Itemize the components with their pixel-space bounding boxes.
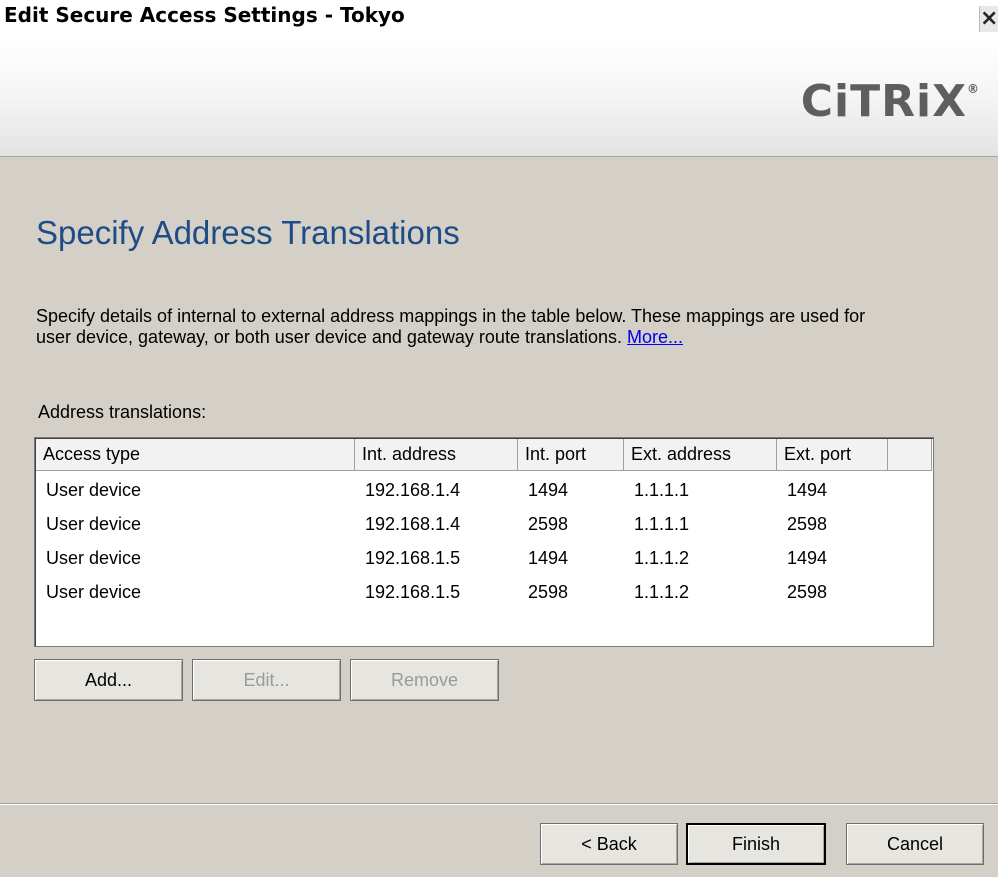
table-header: Access type Int. address Int. port Ext. … xyxy=(36,439,932,471)
column-header-filler xyxy=(888,439,932,470)
cell-ext-address: 1.1.1.2 xyxy=(634,582,690,602)
table-body: User device 192.168.1.4 1494 1.1.1.1 149… xyxy=(36,473,932,609)
cell-int-port: 2598 xyxy=(528,514,569,534)
cell-int-address: 192.168.1.4 xyxy=(365,514,461,534)
header-banner: CiTRiX® xyxy=(0,38,998,157)
cell-int-address: 192.168.1.4 xyxy=(365,480,461,500)
close-icon[interactable]: × xyxy=(979,6,998,32)
registered-mark: ® xyxy=(967,82,980,96)
cell-ext-address: 1.1.1.1 xyxy=(634,514,690,534)
title-bar: Edit Secure Access Settings - Tokyo × xyxy=(0,0,998,38)
remove-button[interactable]: Remove xyxy=(350,659,499,701)
cell-int-port: 2598 xyxy=(528,582,569,602)
more-link[interactable]: More... xyxy=(627,327,683,347)
address-translations-label: Address translations: xyxy=(38,402,207,422)
table-row[interactable]: User device 192.168.1.4 1494 1.1.1.1 149… xyxy=(36,473,932,507)
finish-button[interactable]: Finish xyxy=(686,823,826,865)
table-row[interactable]: User device 192.168.1.5 1494 1.1.1.2 149… xyxy=(36,541,932,575)
table-row[interactable]: User device 192.168.1.4 2598 1.1.1.1 259… xyxy=(36,507,932,541)
column-header-int-port[interactable]: Int. port xyxy=(518,439,624,470)
cell-ext-port: 1494 xyxy=(787,480,828,500)
edit-button[interactable]: Edit... xyxy=(192,659,341,701)
cell-int-address: 192.168.1.5 xyxy=(365,582,461,602)
cell-int-port: 1494 xyxy=(528,548,569,568)
cell-access-type: User device xyxy=(46,582,142,602)
column-header-access-type[interactable]: Access type xyxy=(36,439,355,470)
citrix-logo: CiTRiX® xyxy=(801,76,980,127)
table-row[interactable]: User device 192.168.1.5 2598 1.1.1.2 259… xyxy=(36,575,932,609)
address-translations-table[interactable]: Access type Int. address Int. port Ext. … xyxy=(34,437,934,647)
cell-ext-port: 1494 xyxy=(787,548,828,568)
cell-access-type: User device xyxy=(46,480,142,500)
cell-ext-address: 1.1.1.2 xyxy=(634,548,690,568)
cancel-button[interactable]: Cancel xyxy=(846,823,984,865)
cell-int-port: 1494 xyxy=(528,480,569,500)
window-title: Edit Secure Access Settings - Tokyo xyxy=(4,3,405,27)
cell-ext-port: 2598 xyxy=(787,514,828,534)
page-title: Specify Address Translations xyxy=(36,214,460,251)
column-header-ext-port[interactable]: Ext. port xyxy=(777,439,888,470)
logo-text: CiTRiX xyxy=(800,76,967,127)
cell-ext-address: 1.1.1.1 xyxy=(634,480,690,500)
column-header-ext-address[interactable]: Ext. address xyxy=(624,439,777,470)
page-description: Specify details of internal to external … xyxy=(36,306,876,348)
cell-int-address: 192.168.1.5 xyxy=(365,548,461,568)
cell-access-type: User device xyxy=(46,548,142,568)
cell-ext-port: 2598 xyxy=(787,582,828,602)
add-button[interactable]: Add... xyxy=(34,659,183,701)
column-header-int-address[interactable]: Int. address xyxy=(355,439,518,470)
footer-separator xyxy=(0,803,998,805)
description-text: Specify details of internal to external … xyxy=(36,306,866,347)
cell-access-type: User device xyxy=(46,514,142,534)
back-button[interactable]: < Back xyxy=(540,823,678,865)
